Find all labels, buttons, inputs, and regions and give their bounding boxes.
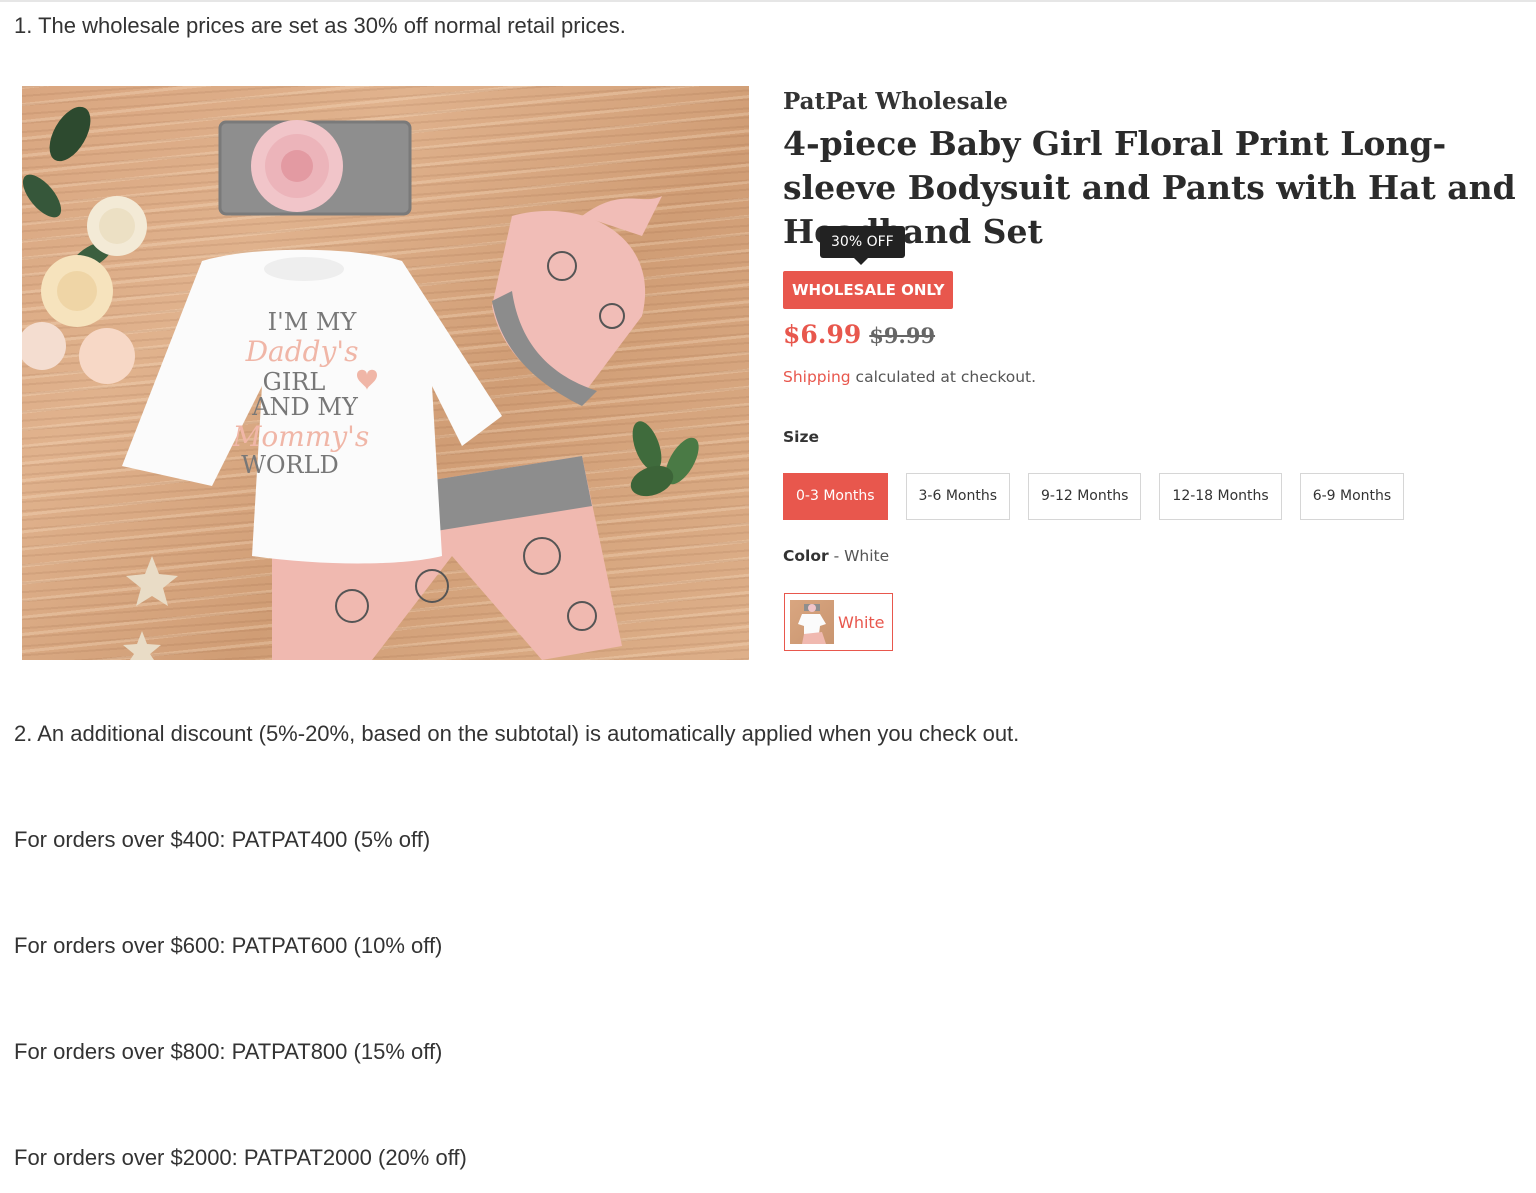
svg-text:WORLD: WORLD — [241, 451, 339, 479]
product-photo: I'M MY Daddy's GIRL AND MY Mommy's WORLD — [22, 106, 699, 660]
size-label: Size — [783, 428, 820, 446]
discount-tier-800: For orders over $800: PATPAT800 (15% off… — [14, 1039, 443, 1064]
vendor-name[interactable]: PatPat Wholesale — [783, 88, 1008, 115]
size-options: 0-3 Months 3-6 Months 9-12 Months 12-18 … — [783, 473, 1405, 520]
color-label: Color - White — [783, 547, 889, 565]
shipping-text: calculated at checkout. — [850, 368, 1037, 386]
size-option-9-12-months[interactable]: 9-12 Months — [1028, 473, 1142, 520]
shipping-note: Shipping calculated at checkout. — [783, 368, 1036, 386]
svg-text:Daddy's: Daddy's — [245, 335, 359, 368]
shipping-link[interactable]: Shipping — [783, 368, 851, 386]
sale-price: $6.99 — [783, 320, 862, 349]
size-option-3-6-months[interactable]: 3-6 Months — [905, 473, 1010, 520]
swatch-label: White — [838, 612, 885, 632]
svg-text:Mommy's: Mommy's — [232, 420, 370, 453]
svg-text:AND MY: AND MY — [251, 393, 359, 421]
compare-at-price: $9.99 — [869, 323, 936, 348]
svg-text:I'M MY: I'M MY — [268, 308, 358, 336]
discount-tier-2000: For orders over $2000: PATPAT2000 (20% o… — [14, 1145, 467, 1170]
color-swatch-white[interactable]: White — [784, 593, 893, 651]
size-option-6-9-months[interactable]: 6-9 Months — [1299, 473, 1405, 520]
price-block: $6.99 $9.99 — [783, 320, 935, 349]
swatch-thumbnail — [790, 600, 834, 644]
wholesale-only-badge: WHOLESALE ONLY — [783, 271, 954, 309]
discount-tier-400: For orders over $400: PATPAT400 (5% off) — [14, 827, 431, 852]
wholesale-price-note: 1. The wholesale prices are set as 30% o… — [14, 13, 626, 38]
additional-discount-note: 2. An additional discount (5%-20%, based… — [14, 721, 1020, 746]
discount-tooltip: 30% OFF — [820, 226, 905, 265]
selected-color-value: White — [844, 547, 890, 565]
size-option-0-3-months[interactable]: 0-3 Months — [783, 473, 888, 520]
top-divider — [0, 0, 1536, 2]
color-label-text: Color — [783, 547, 829, 565]
discount-tier-600: For orders over $600: PATPAT600 (10% off… — [14, 933, 443, 958]
size-option-12-18-months[interactable]: 12-18 Months — [1159, 473, 1282, 520]
color-separator: - — [828, 547, 845, 565]
svg-text:GIRL: GIRL — [263, 368, 326, 396]
product-image[interactable]: I'M MY Daddy's GIRL AND MY Mommy's WORLD — [22, 86, 749, 660]
